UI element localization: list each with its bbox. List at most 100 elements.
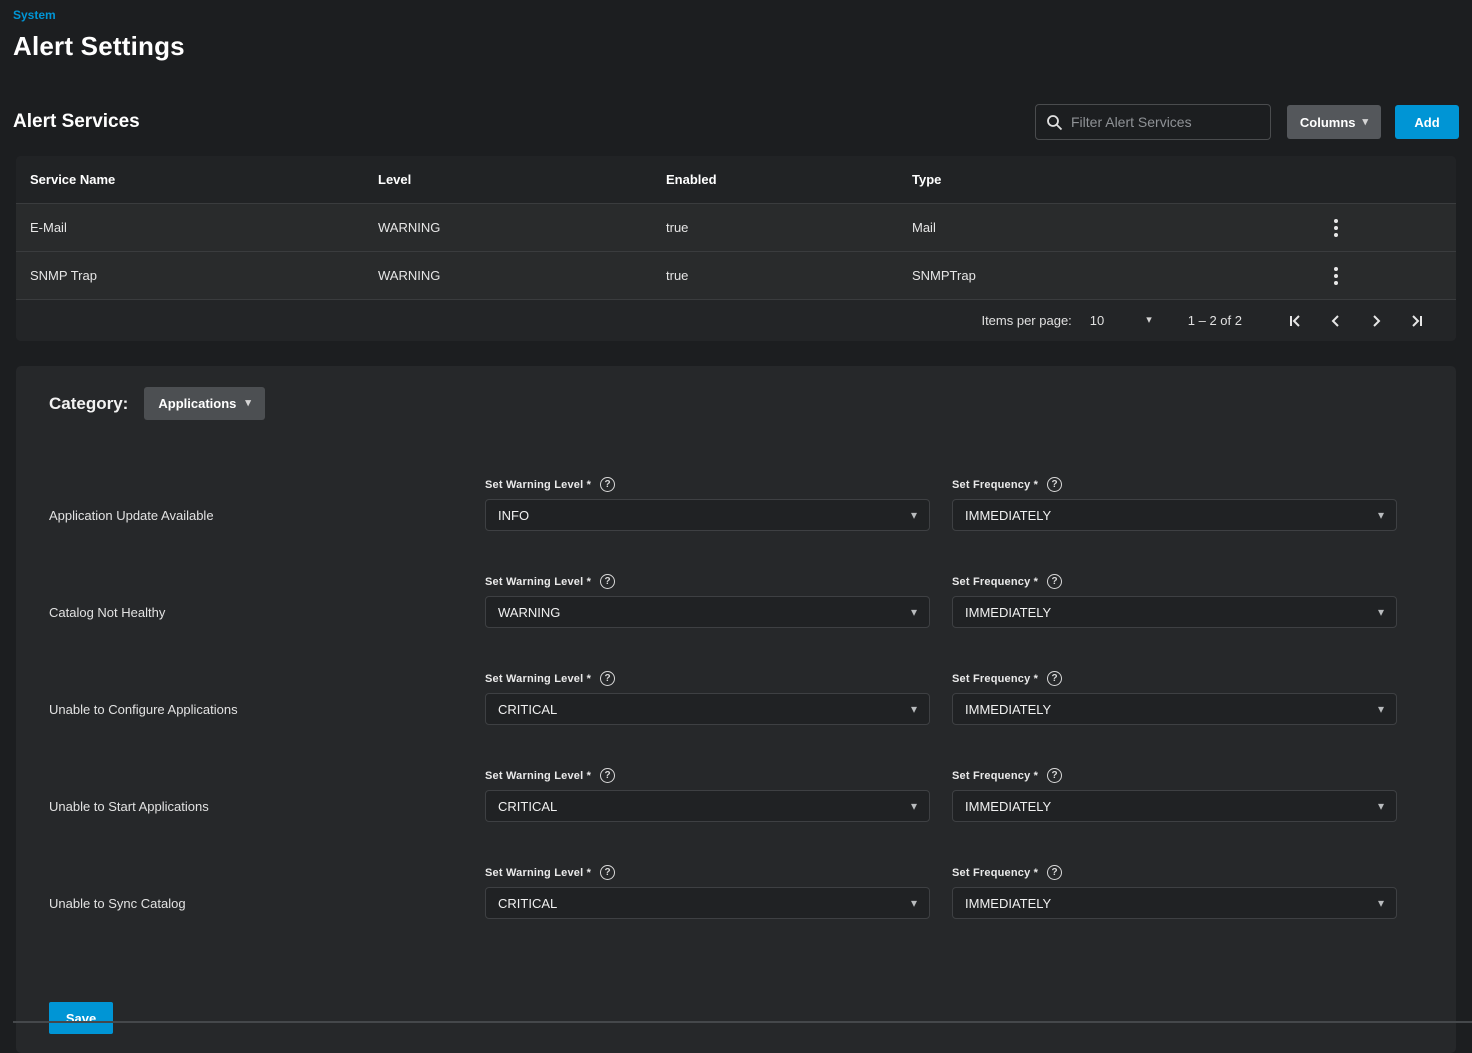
alert-services-table: Service Name Level Enabled Type E-Mail W… [16, 156, 1456, 341]
add-button[interactable]: Add [1395, 105, 1459, 139]
table-header-row: Service Name Level Enabled Type [16, 156, 1456, 203]
last-page-button[interactable] [1396, 301, 1436, 341]
save-button[interactable]: Save [49, 1002, 113, 1034]
chevron-down-icon: ▾ [1378, 606, 1384, 618]
add-button-label: Add [1414, 115, 1439, 130]
cell-type: Mail [912, 220, 1312, 235]
alert-settings-form-card: Category: Applications ▾ Application Upd… [16, 366, 1456, 1053]
chevron-down-icon: ▾ [911, 800, 917, 812]
chevron-down-icon: ▾ [1363, 117, 1369, 128]
warning-level-label: Set Warning Level * [485, 867, 591, 879]
chevron-left-icon [1327, 312, 1345, 330]
chevron-down-icon: ▾ [1378, 509, 1384, 521]
alert-services-toolbar: Alert Services Columns ▾ Add [0, 104, 1472, 140]
chevron-down-icon: ▾ [1378, 703, 1384, 715]
last-page-icon [1407, 312, 1425, 330]
cell-service-name: SNMP Trap [16, 268, 378, 283]
warning-level-label: Set Warning Level * [485, 673, 591, 685]
warning-level-select[interactable]: CRITICAL ▾ [485, 693, 930, 725]
chevron-down-icon: ▾ [911, 897, 917, 909]
frequency-value: IMMEDIATELY [965, 605, 1378, 620]
help-icon[interactable]: ? [600, 477, 615, 492]
frequency-select[interactable]: IMMEDIATELY ▾ [952, 790, 1397, 822]
next-page-button[interactable] [1356, 301, 1396, 341]
warning-level-value: CRITICAL [498, 799, 911, 814]
col-header-level: Level [378, 172, 666, 187]
cell-service-name: E-Mail [16, 220, 378, 235]
previous-page-button[interactable] [1316, 301, 1356, 341]
alert-services-heading: Alert Services [13, 111, 1035, 133]
frequency-label: Set Frequency * [952, 479, 1038, 491]
warning-level-value: CRITICAL [498, 896, 911, 911]
row-actions-kebab-icon[interactable] [1322, 214, 1350, 242]
columns-button-label: Columns [1300, 115, 1356, 130]
warning-level-select[interactable]: WARNING ▾ [485, 596, 930, 628]
frequency-value: IMMEDIATELY [965, 702, 1378, 717]
frequency-label: Set Frequency * [952, 576, 1038, 588]
help-icon[interactable]: ? [600, 671, 615, 686]
help-icon[interactable]: ? [1047, 671, 1062, 686]
cell-enabled: true [666, 268, 912, 283]
frequency-value: IMMEDIATELY [965, 799, 1378, 814]
category-header: Category: Applications ▾ [16, 366, 1456, 420]
help-icon[interactable]: ? [1047, 477, 1062, 492]
category-select-button[interactable]: Applications ▾ [144, 387, 265, 420]
help-icon[interactable]: ? [1047, 574, 1062, 589]
category-label: Category: [49, 394, 128, 414]
alert-name-label: Unable to Configure Applications [16, 693, 485, 725]
frequency-label: Set Frequency * [952, 867, 1038, 879]
warning-level-select[interactable]: INFO ▾ [485, 499, 930, 531]
chevron-down-icon: ▾ [1146, 315, 1152, 326]
alert-form-row: Unable to Sync Catalog Set Warning Level… [16, 865, 1456, 919]
alert-settings-form: Application Update Available Set Warning… [16, 477, 1456, 919]
category-selected-value: Applications [158, 396, 236, 411]
warning-level-label: Set Warning Level * [485, 770, 591, 782]
help-icon[interactable]: ? [600, 768, 615, 783]
save-button-label: Save [66, 1011, 96, 1026]
cell-enabled: true [666, 220, 912, 235]
warning-level-value: CRITICAL [498, 702, 911, 717]
warning-level-label: Set Warning Level * [485, 576, 591, 588]
items-per-page-select[interactable]: 10 ▾ [1090, 313, 1152, 328]
frequency-value: IMMEDIATELY [965, 896, 1378, 911]
alert-name-label: Catalog Not Healthy [16, 596, 485, 628]
help-icon[interactable]: ? [1047, 865, 1062, 880]
col-header-type: Type [912, 172, 1312, 187]
paginator-range: 1 – 2 of 2 [1188, 313, 1242, 328]
chevron-down-icon: ▾ [1378, 800, 1384, 812]
page-title: Alert Settings [13, 31, 1456, 62]
warning-level-label: Set Warning Level * [485, 479, 591, 491]
frequency-select[interactable]: IMMEDIATELY ▾ [952, 499, 1397, 531]
help-icon[interactable]: ? [600, 574, 615, 589]
chevron-down-icon: ▾ [245, 398, 251, 409]
alert-form-row: Application Update Available Set Warning… [16, 477, 1456, 531]
frequency-label: Set Frequency * [952, 673, 1038, 685]
page-header: System Alert Settings [0, 0, 1472, 62]
filter-alert-services-input[interactable] [1071, 114, 1260, 130]
warning-level-select[interactable]: CRITICAL ▾ [485, 887, 930, 919]
frequency-select[interactable]: IMMEDIATELY ▾ [952, 693, 1397, 725]
chevron-right-icon [1367, 312, 1385, 330]
warning-level-select[interactable]: CRITICAL ▾ [485, 790, 930, 822]
first-page-button[interactable] [1276, 301, 1316, 341]
breadcrumb-system[interactable]: System [13, 8, 56, 22]
table-paginator: Items per page: 10 ▾ 1 – 2 of 2 [16, 299, 1456, 341]
bottom-divider [13, 1021, 1472, 1023]
help-icon[interactable]: ? [1047, 768, 1062, 783]
frequency-value: IMMEDIATELY [965, 508, 1378, 523]
help-icon[interactable]: ? [600, 865, 615, 880]
table-row: SNMP Trap WARNING true SNMPTrap [16, 251, 1456, 299]
row-actions-kebab-icon[interactable] [1322, 262, 1350, 290]
frequency-select[interactable]: IMMEDIATELY ▾ [952, 887, 1397, 919]
columns-button[interactable]: Columns ▾ [1287, 105, 1381, 139]
alert-form-row: Unable to Start Applications Set Warning… [16, 768, 1456, 822]
col-header-enabled: Enabled [666, 172, 912, 187]
frequency-select[interactable]: IMMEDIATELY ▾ [952, 596, 1397, 628]
filter-alert-services-box [1035, 104, 1271, 140]
warning-level-value: INFO [498, 508, 911, 523]
cell-type: SNMPTrap [912, 268, 1312, 283]
chevron-down-icon: ▾ [911, 606, 917, 618]
items-per-page-value: 10 [1090, 313, 1104, 328]
chevron-down-icon: ▾ [1378, 897, 1384, 909]
alert-name-label: Unable to Sync Catalog [16, 887, 485, 919]
